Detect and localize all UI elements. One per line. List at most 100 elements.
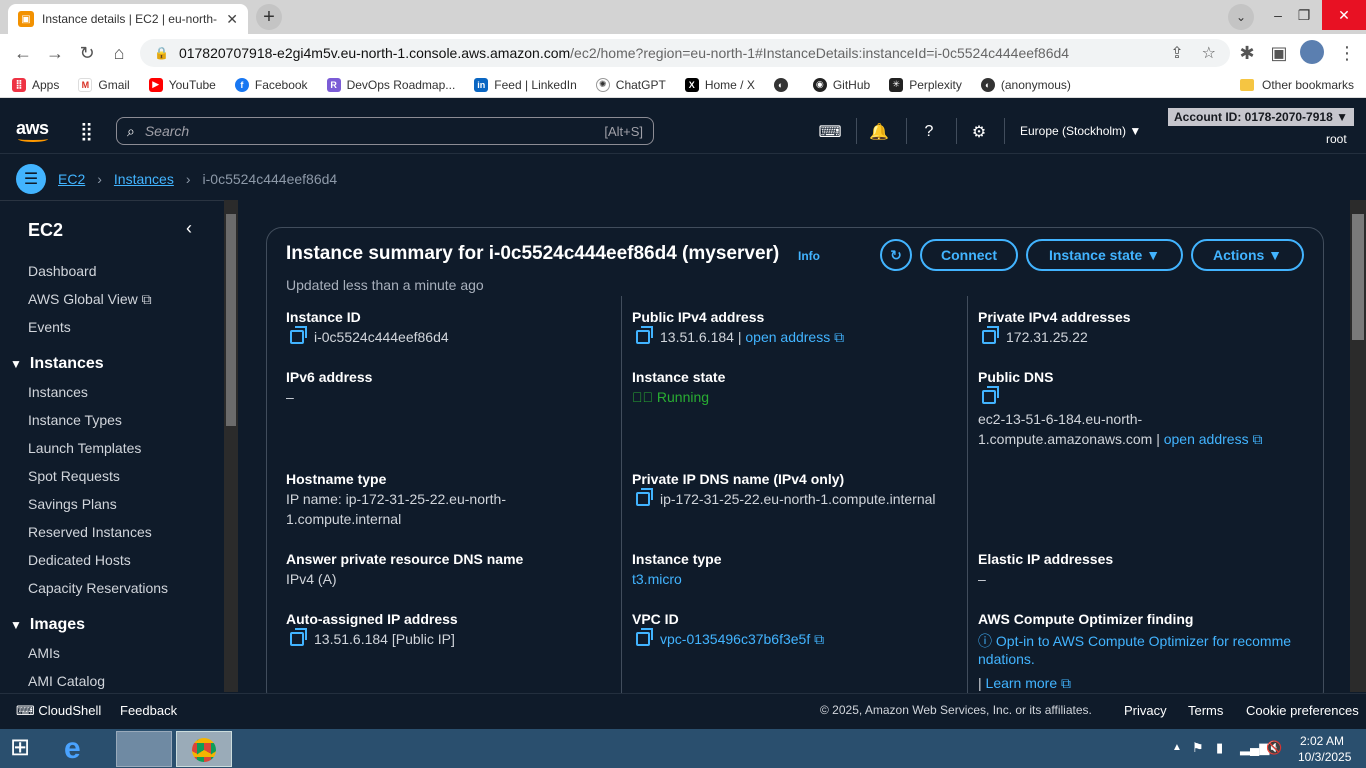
tab-search-button[interactable]: ⌄ — [1228, 4, 1254, 30]
cookie-preferences-link[interactable]: Cookie preferences — [1246, 703, 1359, 718]
bookmark-youtube[interactable]: ▶ YouTube — [148, 77, 216, 92]
gear-icon[interactable]: ⚙ — [968, 121, 990, 143]
vpc-link[interactable]: vpc-0135496c37b6f3e5f — [660, 631, 810, 647]
chrome-taskbar-icon[interactable] — [176, 731, 232, 767]
sidebar-item-dedicated-hosts[interactable]: Dedicated Hosts — [28, 552, 131, 568]
copy-icon[interactable] — [290, 628, 307, 646]
forward-icon[interactable]: → — [44, 42, 66, 64]
close-window-button[interactable]: ✕ — [1322, 0, 1366, 30]
sidebar-item-spot-requests[interactable]: Spot Requests — [28, 468, 120, 484]
clock-date[interactable]: 10/3/2025 — [1298, 750, 1351, 764]
sidebar-item-reserved-instances[interactable]: Reserved Instances — [28, 524, 152, 540]
bookmark-gmail[interactable]: M Gmail — [78, 77, 130, 92]
cloudshell-button[interactable]: ⌨ CloudShell — [16, 703, 101, 719]
actions-button[interactable]: Actions ▼ — [1191, 239, 1304, 271]
volume-muted-icon[interactable]: 🔇 — [1266, 740, 1282, 756]
sidebar-section-images[interactable]: ▼ Images — [10, 616, 85, 634]
other-bookmarks[interactable]: Other bookmarks — [1240, 72, 1354, 98]
optimizer-link-1[interactable]: ⓘ Opt-in to AWS Compute Optimizer for re… — [978, 631, 1291, 651]
address-bar[interactable]: 🔒 017820707918-e2gi4m5v.eu-north-1.conso… — [140, 39, 1230, 67]
bookmark-facebook[interactable]: f Facebook — [234, 77, 308, 92]
info-link[interactable]: Info — [798, 249, 820, 263]
site-info-icon[interactable]: 🔒 — [154, 46, 169, 60]
bookmark-x[interactable]: X Home / X — [684, 77, 755, 92]
bookmark-globe[interactable]: ◐ — [773, 77, 794, 92]
collapse-sidebar-icon[interactable]: ‹ — [186, 218, 192, 239]
bookmark-anonymous[interactable]: ◐ (anonymous) — [980, 77, 1071, 92]
copy-icon[interactable] — [636, 326, 653, 344]
bookmark-linkedin[interactable]: in Feed | LinkedIn — [474, 77, 577, 92]
breadcrumb-ec2[interactable]: EC2 — [58, 171, 85, 187]
sidebar-item-global-view[interactable]: AWS Global View ⧉ — [28, 291, 152, 308]
windows-start-icon[interactable]: ⊞ — [10, 734, 40, 762]
open-address-link[interactable]: open address — [1164, 431, 1249, 447]
browser-tab[interactable]: ▣ Instance details | EC2 | eu-north- ✕ — [8, 4, 248, 34]
breadcrumb-instances[interactable]: Instances — [114, 171, 174, 187]
share-icon[interactable]: ⇪ — [1170, 43, 1183, 63]
feedback-link[interactable]: Feedback — [120, 703, 177, 718]
bookmark-chatgpt[interactable]: ✺ ChatGPT — [595, 77, 666, 92]
sidebar-item-launch-templates[interactable]: Launch Templates — [28, 440, 141, 456]
tray-flag-icon[interactable]: ⚑ — [1192, 740, 1204, 756]
connect-button[interactable]: Connect — [920, 239, 1018, 271]
sidebar-item-ami-catalog[interactable]: AMI Catalog — [28, 673, 105, 689]
sidebar-item-events[interactable]: Events — [28, 319, 71, 335]
sidebar-section-instances[interactable]: ▼ Instances — [10, 355, 104, 373]
extensions-icon[interactable]: ✱ — [1236, 42, 1258, 64]
privacy-link[interactable]: Privacy — [1124, 703, 1167, 718]
cloudshell-icon[interactable]: ⌨ — [818, 121, 841, 143]
profile-avatar[interactable] — [1300, 40, 1324, 64]
learn-more-link[interactable]: Learn more — [986, 675, 1058, 691]
sidebar-item-amis[interactable]: AMIs — [28, 645, 60, 661]
battery-icon[interactable]: ▮ — [1216, 740, 1223, 756]
back-icon[interactable]: ← — [12, 42, 34, 64]
home-icon[interactable]: ⌂ — [108, 42, 130, 64]
region-selector[interactable]: Europe (Stockholm) ▼ — [1020, 124, 1141, 138]
bookmark-apps[interactable]: ⣿ Apps — [12, 77, 59, 92]
copy-icon[interactable] — [636, 488, 653, 506]
bookmark-perplexity[interactable]: ✳ Perplexity — [889, 77, 962, 92]
hamburger-menu-icon[interactable]: ☰ — [16, 164, 46, 194]
services-grid-icon[interactable]: ⣿ — [80, 121, 93, 142]
instance-type-link[interactable]: t3.micro — [632, 571, 682, 587]
bookmark-star-icon[interactable]: ☆ — [1202, 43, 1216, 63]
close-tab-icon[interactable]: ✕ — [226, 11, 238, 28]
clock-time[interactable]: 2:02 AM — [1300, 734, 1344, 748]
reload-icon[interactable]: ↻ — [76, 42, 98, 64]
sidebar-item-savings-plans[interactable]: Savings Plans — [28, 496, 117, 512]
restore-button[interactable]: ❐ — [1282, 0, 1326, 30]
new-tab-button[interactable]: + — [256, 4, 282, 30]
help-icon[interactable]: ? — [918, 121, 940, 143]
bookmark-devops[interactable]: R DevOps Roadmap... — [326, 77, 455, 92]
browser-menu-icon[interactable]: ⋮ — [1336, 42, 1358, 64]
optimizer-link-2[interactable]: ndations. — [978, 651, 1035, 667]
open-address-link[interactable]: open address — [745, 329, 830, 345]
file-explorer-icon[interactable] — [116, 731, 172, 767]
terms-link[interactable]: Terms — [1188, 703, 1223, 718]
vpc-value[interactable]: vpc-0135496c37b6f3e5f ⧉ — [636, 628, 824, 648]
copy-icon[interactable] — [636, 628, 653, 646]
bookmark-github[interactable]: ◉ GitHub — [812, 77, 870, 92]
signal-icon[interactable]: ▂▄▆ — [1240, 740, 1269, 756]
sidebar-scrollbar-thumb[interactable] — [226, 214, 236, 426]
instance-state-button[interactable]: Instance state ▼ — [1026, 239, 1183, 271]
sidebar-item-capacity-reservations[interactable]: Capacity Reservations — [28, 580, 168, 596]
public-dns-copy[interactable] — [982, 386, 1006, 407]
copy-icon[interactable] — [982, 326, 999, 344]
cloudshell-label: CloudShell — [38, 703, 102, 718]
main-scrollbar-thumb[interactable] — [1352, 214, 1364, 340]
tray-expand-icon[interactable]: ▲ — [1172, 742, 1182, 753]
side-panel-icon[interactable]: ▣ — [1268, 42, 1290, 64]
internet-explorer-icon[interactable]: e — [64, 732, 98, 766]
sidebar-item-instance-types[interactable]: Instance Types — [28, 412, 122, 428]
bell-icon[interactable]: 🔔 — [868, 121, 890, 143]
account-menu[interactable]: Account ID: 0178-2070-7918 ▼ — [1168, 108, 1354, 126]
user-menu[interactable]: root — [1326, 132, 1347, 146]
sidebar-item-instances[interactable]: Instances — [28, 384, 88, 400]
public-dns-value-1: ec2-13-51-6-184.eu-north- — [978, 411, 1143, 427]
copy-icon[interactable] — [290, 326, 307, 344]
sidebar-item-dashboard[interactable]: Dashboard — [28, 263, 97, 279]
refresh-button[interactable]: ↻ — [880, 239, 912, 271]
search-input[interactable]: ⌕ Search [Alt+S] — [116, 117, 654, 145]
copy-icon[interactable] — [982, 386, 999, 404]
